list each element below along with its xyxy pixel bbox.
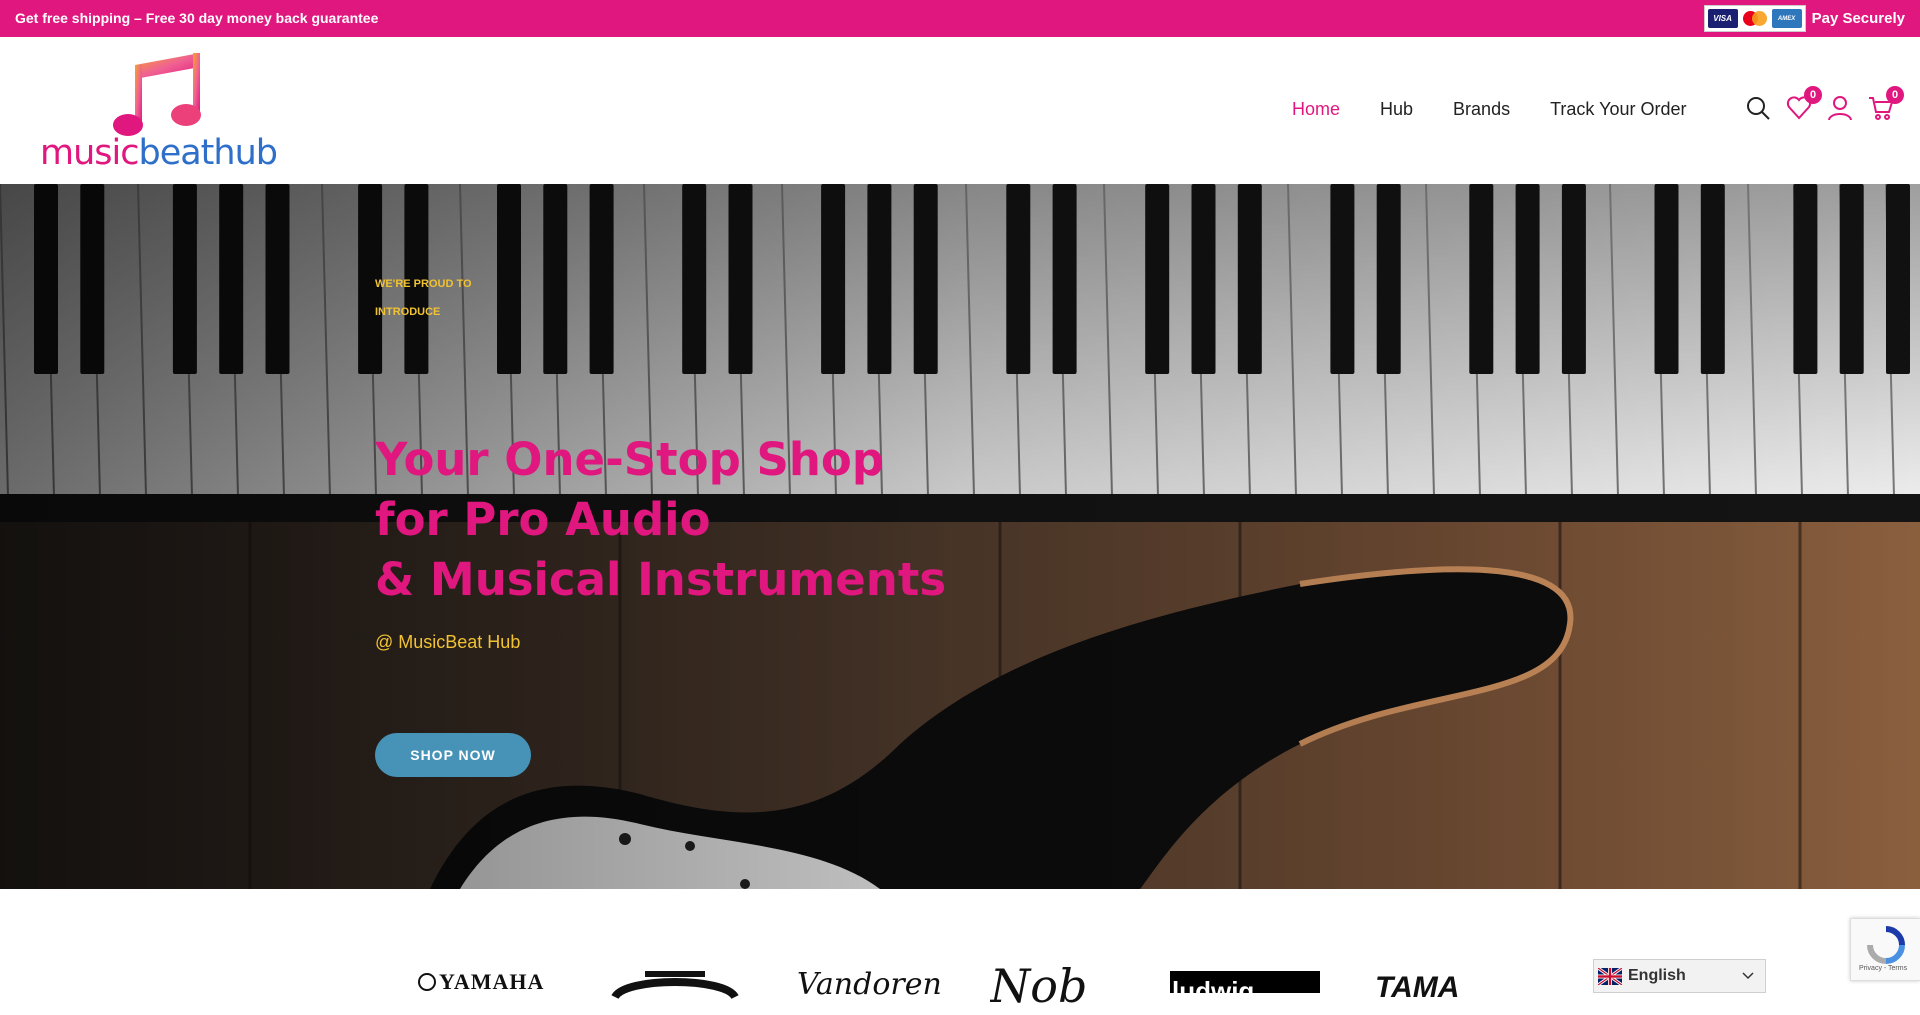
site-header: musicbeathub Home Hub Brands Track Your … [0, 37, 1920, 184]
mastercard-icon [1739, 9, 1770, 28]
brand-logo-drum[interactable] [605, 969, 745, 1013]
music-note-logo-icon [69, 53, 237, 136]
secure-payment: VISA AMEX Pay Securely [1703, 5, 1905, 32]
logo-wordmark: musicbeathub [40, 133, 278, 173]
yamaha-emblem-icon [418, 973, 436, 991]
recaptcha-badge[interactable]: Privacy - Terms [1850, 918, 1920, 981]
nav-home[interactable]: Home [1292, 99, 1340, 120]
visa-card-icon: VISA [1707, 9, 1738, 28]
recaptcha-icon [1867, 926, 1905, 964]
header-icons: 0 0 [1745, 86, 1904, 121]
brand-logo-yamaha[interactable]: YAMAHA [418, 969, 544, 1013]
wishlist-count-badge: 0 [1804, 86, 1822, 104]
nav-track-order[interactable]: Track Your Order [1550, 99, 1686, 120]
main-nav: Home Hub Brands Track Your Order [1292, 99, 1686, 120]
site-logo[interactable]: musicbeathub [40, 45, 285, 180]
brand-logo-vandoren[interactable]: Vandoren [797, 967, 942, 1011]
hero-headline: Your One-Stop Shop for Pro Audio & Music… [375, 430, 975, 610]
headline-line-1: Your One-Stop Shop [375, 433, 885, 486]
amex-card-icon: AMEX [1771, 9, 1802, 28]
promo-text: Get free shipping – Free 30 day money ba… [15, 10, 379, 26]
wishlist-icon[interactable]: 0 [1786, 86, 1822, 121]
recaptcha-links[interactable]: Privacy - Terms [1859, 965, 1907, 972]
drum-brand-emblem-icon [611, 971, 739, 1000]
nav-hub[interactable]: Hub [1380, 99, 1413, 120]
hero-banner: WE'RE PROUD TO INTRODUCE Your One-Stop S… [0, 184, 1920, 889]
headline-line-3: & Musical Instruments [375, 553, 947, 606]
brand-logo-script[interactable]: Nob [990, 959, 1087, 1003]
language-label: English [1628, 967, 1686, 984]
language-selector[interactable]: English [1593, 959, 1766, 993]
headline-line-2: for Pro Audio [375, 493, 711, 546]
hero-subtitle: @ MusicBeat Hub [375, 632, 521, 652]
search-icon[interactable] [1745, 95, 1771, 121]
cart-count-badge: 0 [1886, 86, 1904, 104]
hero-eyebrow: WE'RE PROUD TO INTRODUCE [375, 278, 472, 318]
top-promo-bar: Get free shipping – Free 30 day money ba… [0, 0, 1920, 37]
pay-securely-label: Pay Securely [1811, 10, 1905, 27]
chevron-down-icon [1742, 972, 1754, 980]
uk-flag-icon [1598, 967, 1622, 985]
nav-brands[interactable]: Brands [1453, 99, 1510, 120]
brand-logo-tama[interactable]: TAMA [1375, 971, 1459, 1015]
payment-cards: VISA AMEX [1703, 5, 1806, 32]
user-icon[interactable] [1827, 95, 1853, 121]
cart-icon[interactable]: 0 [1868, 86, 1904, 121]
brand-logo-ludwig[interactable]: ludwig [1170, 971, 1320, 993]
shop-now-button[interactable]: SHOP NOW [375, 733, 531, 777]
